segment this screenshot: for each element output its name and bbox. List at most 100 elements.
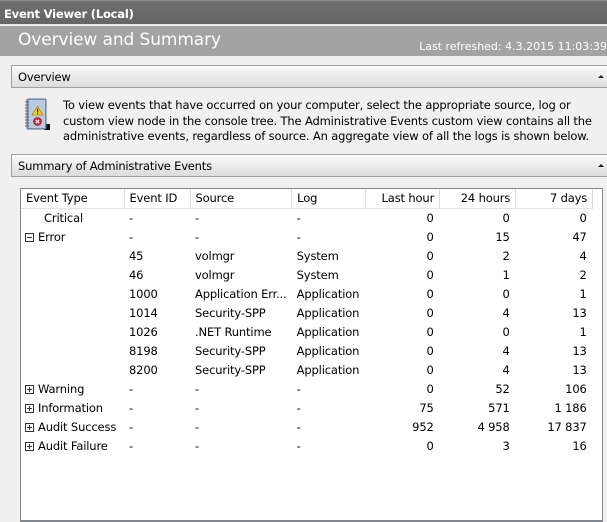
- console-title-bar: Event Viewer (Local): [0, 0, 607, 25]
- cell-7-days: 47: [572, 229, 587, 244]
- expand-plus-icon[interactable]: [25, 422, 34, 432]
- cell-event-type: [21, 303, 124, 322]
- cell-24-hours: 4: [502, 343, 510, 358]
- cell-source: -: [195, 400, 199, 415]
- cell-event-id: -: [129, 210, 133, 225]
- table-row-event-detail[interactable]: 1000 Application Err... Application 0 0 1: [21, 284, 593, 303]
- table-row-event-type[interactable]: Audit Failure - - - 0 3 16: [21, 436, 593, 455]
- cell-source: .NET Runtime: [195, 324, 272, 339]
- cell-event-id: 8198: [129, 343, 158, 358]
- cell-log: -: [296, 381, 301, 396]
- expand-plus-icon[interactable]: [25, 384, 34, 394]
- cell-log: -: [296, 229, 301, 244]
- column-header-event-id[interactable]: Event ID: [124, 189, 191, 209]
- cell-last-hour: 75: [419, 400, 434, 415]
- cell-last-hour: 0: [426, 305, 434, 320]
- event-type-label: Audit Success: [38, 419, 117, 434]
- table-row-event-type[interactable]: Error - - - 0 15 47: [21, 227, 593, 246]
- summary-section-title: Summary of Administrative Events: [18, 159, 212, 173]
- cell-24-hours: 0: [502, 210, 510, 225]
- cell-event-type: Information: [21, 398, 124, 417]
- cell-log: -: [296, 400, 301, 415]
- table-row-event-detail[interactable]: 45 volmgr System 0 2 4: [21, 246, 593, 265]
- expand-plus-icon[interactable]: [25, 441, 34, 451]
- cell-event-type: [21, 360, 124, 379]
- cell-event-id: -: [129, 400, 133, 415]
- cell-event-id: 1014: [129, 305, 158, 320]
- collapse-arrow-icon[interactable]: [598, 164, 604, 167]
- cell-24-hours: 571: [488, 400, 510, 415]
- cell-source: -: [195, 419, 199, 434]
- cell-source: Application Err...: [195, 286, 287, 301]
- cell-24-hours: 4 958: [477, 419, 510, 434]
- console-title: Event Viewer (Local): [4, 7, 134, 21]
- cell-source: -: [195, 210, 199, 225]
- cell-last-hour: 0: [426, 343, 434, 358]
- table-row-event-type[interactable]: Warning - - - 0 52 106: [21, 379, 593, 398]
- column-header-source[interactable]: Source: [190, 189, 293, 209]
- last-refreshed-label: Last refreshed: 4.3.2015 11:03:39: [419, 40, 607, 53]
- cell-last-hour: 0: [426, 229, 434, 244]
- cell-7-days: 106: [565, 381, 587, 396]
- column-header-last-hour[interactable]: Last hour: [365, 189, 441, 209]
- cell-last-hour: 0: [426, 267, 434, 282]
- cell-last-hour: 952: [412, 419, 434, 434]
- cell-24-hours: 0: [502, 324, 510, 339]
- collapse-minus-icon[interactable]: [25, 232, 34, 242]
- cell-log: Application: [296, 362, 360, 377]
- column-header-event-type[interactable]: Event Type: [21, 189, 125, 209]
- cell-7-days: 0: [579, 210, 587, 225]
- cell-24-hours: 4: [502, 305, 510, 320]
- cell-event-id: 1000: [129, 286, 158, 301]
- event-type-label: Warning: [38, 381, 85, 396]
- table-row-event-type[interactable]: Information - - - 75 571 1 186: [21, 398, 593, 417]
- cell-last-hour: 0: [426, 362, 434, 377]
- cell-7-days: 1: [579, 286, 587, 301]
- page-header: Overview and Summary Last refreshed: 4.3…: [0, 26, 607, 56]
- table-row-event-detail[interactable]: 8200 Security-SPP Application 0 4 13: [21, 360, 593, 379]
- overview-section-header[interactable]: Overview: [11, 65, 607, 88]
- cell-event-id: -: [129, 229, 133, 244]
- table-row-event-detail[interactable]: 8198 Security-SPP Application 0 4 13: [21, 341, 593, 360]
- summary-section-header[interactable]: Summary of Administrative Events: [11, 154, 607, 177]
- cell-7-days: 13: [572, 362, 587, 377]
- cell-log: Application: [296, 324, 360, 339]
- column-header-log[interactable]: Log: [291, 189, 367, 209]
- cell-event-type: Audit Success: [21, 417, 124, 436]
- cell-last-hour: 0: [426, 324, 434, 339]
- table-row-event-type[interactable]: Critical - - - 0 0 0: [21, 208, 593, 227]
- table-row-event-detail[interactable]: 1026 .NET Runtime Application 0 0 1: [21, 322, 593, 341]
- table-row-event-detail[interactable]: 46 volmgr System 0 1 2: [21, 265, 593, 284]
- cell-last-hour: 0: [426, 381, 434, 396]
- cell-source: -: [195, 381, 199, 396]
- column-header-7-days[interactable]: 7 days: [515, 189, 594, 209]
- table-row-event-type[interactable]: Audit Success - - -952 4 958 17 837: [21, 417, 593, 436]
- cell-source: -: [195, 229, 199, 244]
- event-type-label: Critical: [44, 210, 84, 225]
- cell-event-type: Warning: [21, 379, 124, 398]
- cell-source: volmgr: [195, 248, 235, 263]
- table-row-event-detail[interactable]: 1014 Security-SPP Application 0 4 13: [21, 303, 593, 322]
- event-log-book-icon: [25, 98, 50, 130]
- cell-event-type: [21, 322, 124, 341]
- cell-event-id: -: [129, 438, 133, 453]
- overview-description: To view events that have occurred on you…: [63, 98, 592, 143]
- cell-source: Security-SPP: [195, 362, 266, 377]
- cell-last-hour: 0: [426, 438, 434, 453]
- cell-event-type: [21, 265, 124, 284]
- cell-log: Application: [296, 286, 360, 301]
- overview-section-title: Overview: [18, 70, 71, 84]
- cell-event-type: Critical: [21, 208, 124, 227]
- expand-plus-icon[interactable]: [25, 403, 34, 413]
- cell-7-days: 13: [572, 343, 587, 358]
- cell-log: -: [296, 419, 301, 434]
- cell-last-hour: 0: [426, 248, 434, 263]
- cell-24-hours: 1: [502, 267, 510, 282]
- cell-event-type: Audit Failure: [21, 436, 124, 455]
- cell-7-days: 13: [572, 305, 587, 320]
- table-header-row: Event Type Event ID Source Log Last hour…: [21, 189, 594, 209]
- cell-log: Application: [296, 343, 360, 358]
- collapse-arrow-icon[interactable]: [598, 75, 604, 78]
- cell-7-days: 17 837: [547, 419, 587, 434]
- column-header-24-hours[interactable]: 24 hours: [439, 189, 517, 209]
